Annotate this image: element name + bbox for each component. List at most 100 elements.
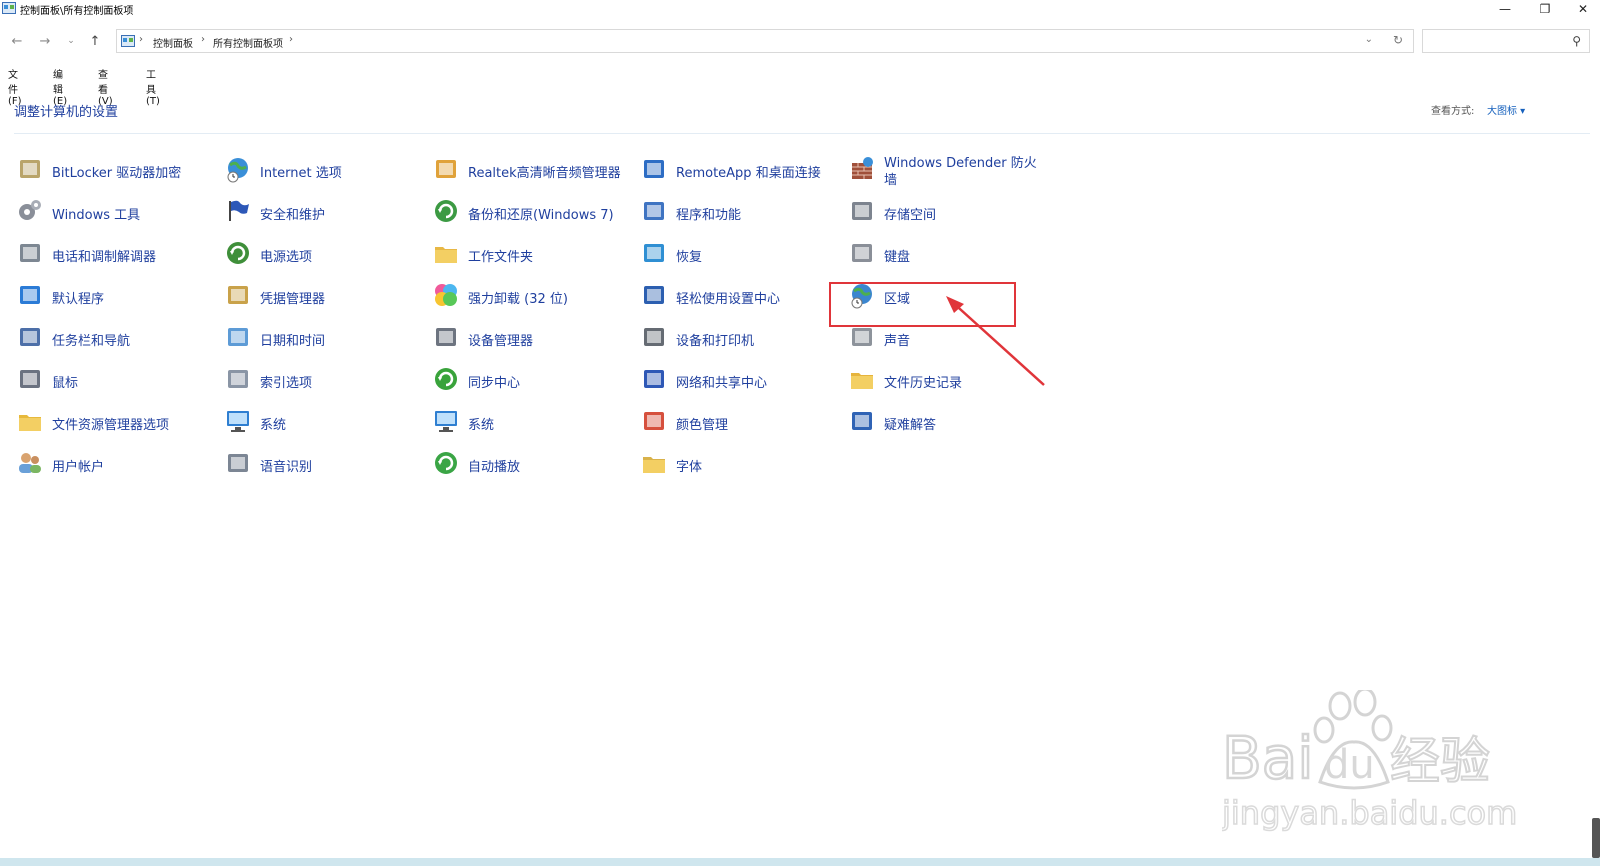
- control-panel-item[interactable]: 设备和打印机: [638, 320, 838, 360]
- control-panel-item-label[interactable]: Windows Defender 防火墙: [884, 155, 1044, 189]
- address-dropdown-icon[interactable]: ⌄: [1365, 34, 1373, 45]
- control-panel-item[interactable]: 系统: [430, 404, 630, 444]
- control-panel-item[interactable]: 电话和调制解调器: [14, 236, 214, 276]
- refresh-icon[interactable]: ↻: [1393, 33, 1403, 47]
- up-arrow-icon[interactable]: ↑: [86, 32, 104, 50]
- recent-dropdown-icon[interactable]: ⌄: [62, 32, 80, 50]
- close-button[interactable]: ✕: [1568, 0, 1598, 18]
- control-panel-item-label[interactable]: 鼠标: [52, 372, 78, 391]
- control-panel-item-label[interactable]: 工作文件夹: [468, 246, 533, 265]
- search-input[interactable]: ⚲: [1422, 29, 1590, 53]
- control-panel-item-label[interactable]: 存储空间: [884, 204, 936, 223]
- control-panel-item-label[interactable]: 设备和打印机: [676, 330, 754, 349]
- control-panel-item-label[interactable]: 系统: [260, 414, 286, 433]
- control-panel-item[interactable]: 凭据管理器: [222, 278, 422, 318]
- control-panel-item[interactable]: 安全和维护: [222, 194, 422, 234]
- control-panel-item[interactable]: 恢复: [638, 236, 838, 276]
- control-panel-item[interactable]: 字体: [638, 446, 838, 486]
- scrollbar-thumb[interactable]: [1592, 818, 1600, 858]
- svg-text:jingyan.baidu.com: jingyan.baidu.com: [1222, 794, 1517, 832]
- control-panel-item-label[interactable]: 系统: [468, 414, 494, 433]
- firewall-icon: [852, 157, 873, 179]
- control-panel-item[interactable]: 疑难解答: [846, 404, 1046, 444]
- control-panel-item-label[interactable]: RemoteApp 和桌面连接: [676, 162, 821, 181]
- control-panel-item[interactable]: RemoteApp 和桌面连接: [638, 152, 838, 192]
- control-panel-item[interactable]: 颜色管理: [638, 404, 838, 444]
- control-panel-item-label[interactable]: 轻松使用设置中心: [676, 288, 780, 307]
- control-panel-item[interactable]: 存储空间: [846, 194, 1046, 234]
- control-panel-item-label[interactable]: 网络和共享中心: [676, 372, 767, 391]
- control-panel-item[interactable]: 工作文件夹: [430, 236, 630, 276]
- control-panel-item[interactable]: 备份和还原(Windows 7): [430, 194, 630, 234]
- control-panel-item-label[interactable]: 自动播放: [468, 456, 520, 475]
- control-panel-item-label[interactable]: 字体: [676, 456, 702, 475]
- system-icon: [227, 411, 249, 432]
- control-panel-item-label[interactable]: Windows 工具: [52, 204, 140, 223]
- control-panel-item-label[interactable]: 设备管理器: [468, 330, 533, 349]
- control-panel-item[interactable]: 程序和功能: [638, 194, 838, 234]
- breadcrumb-separator[interactable]: ›: [201, 34, 205, 45]
- control-panel-item[interactable]: 强力卸载 (32 位): [430, 278, 630, 318]
- breadcrumb-separator[interactable]: ›: [139, 34, 143, 45]
- control-panel-icon: [2, 2, 16, 14]
- control-panel-item[interactable]: 鼠标: [14, 362, 214, 402]
- control-panel-item-label[interactable]: 语音识别: [260, 456, 312, 475]
- control-panel-item[interactable]: 网络和共享中心: [638, 362, 838, 402]
- control-panel-item-label[interactable]: 安全和维护: [260, 204, 325, 223]
- control-panel-item[interactable]: Windows 工具: [14, 194, 214, 234]
- control-panel-item[interactable]: 默认程序: [14, 278, 214, 318]
- control-panel-item-label[interactable]: 颜色管理: [676, 414, 728, 433]
- control-panel-item-label[interactable]: 凭据管理器: [260, 288, 325, 307]
- forward-arrow-icon[interactable]: →: [36, 32, 54, 50]
- control-panel-item[interactable]: 日期和时间: [222, 320, 422, 360]
- control-panel-item-label[interactable]: 疑难解答: [884, 414, 936, 433]
- control-panel-item-label[interactable]: 任务栏和导航: [52, 330, 130, 349]
- control-panel-item-label[interactable]: 电话和调制解调器: [52, 246, 156, 265]
- control-panel-item[interactable]: 文件资源管理器选项: [14, 404, 214, 444]
- control-panel-item-label[interactable]: 键盘: [884, 246, 910, 265]
- control-panel-item-label[interactable]: 备份和还原(Windows 7): [468, 204, 614, 223]
- control-panel-item-label[interactable]: 程序和功能: [676, 204, 741, 223]
- control-panel-item-label[interactable]: 恢复: [676, 246, 702, 265]
- address-bar[interactable]: › 控制面板 › 所有控制面板项 › ⌄ ↻: [116, 29, 1414, 53]
- control-panel-item[interactable]: 电源选项: [222, 236, 422, 276]
- microphone-icon: [228, 454, 248, 472]
- control-panel-item[interactable]: 键盘: [846, 236, 1046, 276]
- control-panel-item[interactable]: Windows Defender 防火墙: [846, 152, 1046, 192]
- menu-tools[interactable]: 工具(T): [146, 66, 160, 107]
- control-panel-item[interactable]: 设备管理器: [430, 320, 630, 360]
- control-panel-item-label[interactable]: 强力卸载 (32 位): [468, 288, 568, 307]
- control-panel-item-label[interactable]: 电源选项: [260, 246, 312, 265]
- breadcrumb-control-panel[interactable]: 控制面板: [153, 35, 193, 50]
- control-panel-item[interactable]: Realtek高清晰音频管理器: [430, 152, 630, 192]
- control-panel-item[interactable]: BitLocker 驱动器加密: [14, 152, 214, 192]
- control-panel-item-label[interactable]: 文件资源管理器选项: [52, 414, 169, 433]
- taskbar-icon: [20, 328, 40, 346]
- control-panel-item-label[interactable]: BitLocker 驱动器加密: [52, 162, 181, 181]
- control-panel-item-label[interactable]: 同步中心: [468, 372, 520, 391]
- control-panel-item[interactable]: 任务栏和导航: [14, 320, 214, 360]
- control-panel-item-label[interactable]: 声音: [884, 330, 910, 349]
- search-icon[interactable]: ⚲: [1572, 34, 1581, 48]
- control-panel-item-label[interactable]: Realtek高清晰音频管理器: [468, 162, 621, 181]
- control-panel-item[interactable]: 用户帐户: [14, 446, 214, 486]
- breadcrumb-separator[interactable]: ›: [289, 34, 293, 45]
- control-panel-item[interactable]: 系统: [222, 404, 422, 444]
- view-by-dropdown[interactable]: 大图标 ▾: [1487, 102, 1525, 117]
- breadcrumb-all-items[interactable]: 所有控制面板项: [213, 35, 283, 50]
- control-panel-item-label[interactable]: 默认程序: [52, 288, 104, 307]
- control-panel-item[interactable]: Internet 选项: [222, 152, 422, 192]
- control-panel-item-label[interactable]: 用户帐户: [52, 456, 104, 475]
- minimize-button[interactable]: —: [1490, 0, 1520, 18]
- control-panel-item[interactable]: 同步中心: [430, 362, 630, 402]
- restore-button[interactable]: ❐: [1530, 0, 1560, 18]
- control-panel-item[interactable]: 轻松使用设置中心: [638, 278, 838, 318]
- back-arrow-icon[interactable]: ←: [8, 32, 26, 50]
- control-panel-item[interactable]: 语音识别: [222, 446, 422, 486]
- control-panel-item[interactable]: 自动播放: [430, 446, 630, 486]
- control-panel-item-label[interactable]: Internet 选项: [260, 162, 342, 181]
- window-title: 控制面板\所有控制面板项: [20, 6, 134, 17]
- control-panel-item-label[interactable]: 索引选项: [260, 372, 312, 391]
- control-panel-item-label[interactable]: 日期和时间: [260, 330, 325, 349]
- control-panel-item[interactable]: 索引选项: [222, 362, 422, 402]
